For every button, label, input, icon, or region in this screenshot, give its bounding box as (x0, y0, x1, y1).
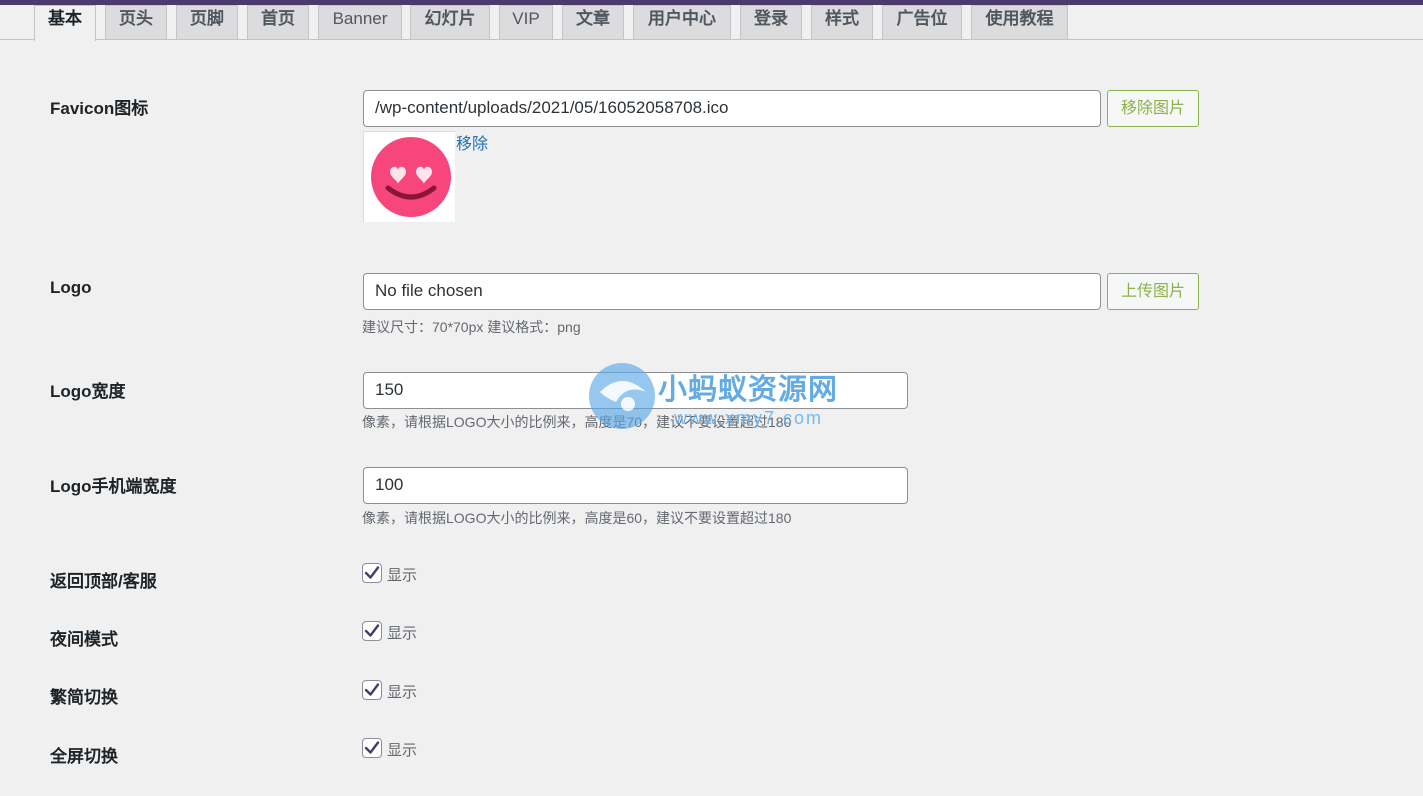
remove-favicon-link[interactable]: 移除 (456, 130, 488, 154)
upload-image-button[interactable]: 上传图片 (1107, 273, 1199, 310)
settings-tab-bar: 基本 页头 页脚 首页 Banner 幻灯片 VIP 文章 用户中心 登录 样式… (0, 0, 1423, 41)
fullscreen-switch-label: 全屏切换 (50, 747, 118, 766)
tab-article[interactable]: 文章 (562, 5, 624, 39)
checkmark-icon (364, 683, 380, 696)
favicon-preview (363, 131, 455, 222)
tab-footer[interactable]: 页脚 (176, 5, 238, 39)
remove-image-button[interactable]: 移除图片 (1107, 90, 1199, 127)
tab-style[interactable]: 样式 (811, 5, 873, 39)
logo-width-input[interactable]: 150 (363, 372, 908, 409)
tab-basic[interactable]: 基本 (34, 5, 96, 41)
tab-login[interactable]: 登录 (740, 5, 802, 39)
night-mode-option-label: 显示 (387, 625, 418, 642)
logo-mobile-width-input[interactable]: 100 (363, 467, 908, 504)
tab-tutorial[interactable]: 使用教程 (971, 5, 1068, 39)
favicon-label: Favicon图标 (50, 99, 149, 118)
checkmark-icon (364, 624, 380, 637)
tab-banner[interactable]: Banner (318, 5, 402, 39)
trad-simp-switch-checkbox[interactable] (362, 680, 382, 700)
favicon-url-input[interactable]: /wp-content/uploads/2021/05/16052058708.… (363, 90, 1101, 127)
tab-home[interactable]: 首页 (247, 5, 309, 39)
night-mode-label: 夜间模式 (50, 630, 118, 649)
back-to-top-label: 返回顶部/客服 (50, 572, 157, 591)
night-mode-checkbox[interactable] (362, 621, 382, 641)
tab-ad-slots[interactable]: 广告位 (882, 5, 962, 39)
logo-width-hint: 像素，请根据LOGO大小的比例来，高度是70，建议不要设置超过180 (362, 414, 792, 430)
back-to-top-option-label: 显示 (387, 567, 418, 584)
tab-slideshow[interactable]: 幻灯片 (410, 5, 490, 39)
tab-user-center[interactable]: 用户中心 (633, 5, 731, 39)
fullscreen-switch-checkbox[interactable] (362, 738, 382, 758)
tab-vip[interactable]: VIP (499, 5, 553, 39)
trad-simp-switch-option-label: 显示 (387, 684, 418, 701)
checkmark-icon (364, 741, 380, 754)
back-to-top-checkbox[interactable] (362, 563, 382, 583)
logo-label: Logo (50, 278, 92, 297)
logo-mobile-width-label: Logo手机端宽度 (50, 477, 177, 496)
logo-width-label: Logo宽度 (50, 382, 126, 401)
logo-mobile-width-hint: 像素，请根据LOGO大小的比例来，高度是60，建议不要设置超过180 (362, 510, 792, 526)
logo-file-input[interactable]: No file chosen (363, 273, 1101, 310)
heart-eyes-emoji-icon (371, 137, 451, 217)
fullscreen-switch-option-label: 显示 (387, 742, 418, 759)
tab-header[interactable]: 页头 (105, 5, 167, 39)
logo-hint: 建议尺寸：70*70px 建议格式：png (362, 319, 581, 335)
trad-simp-switch-label: 繁简切换 (50, 688, 118, 707)
checkmark-icon (364, 566, 380, 579)
